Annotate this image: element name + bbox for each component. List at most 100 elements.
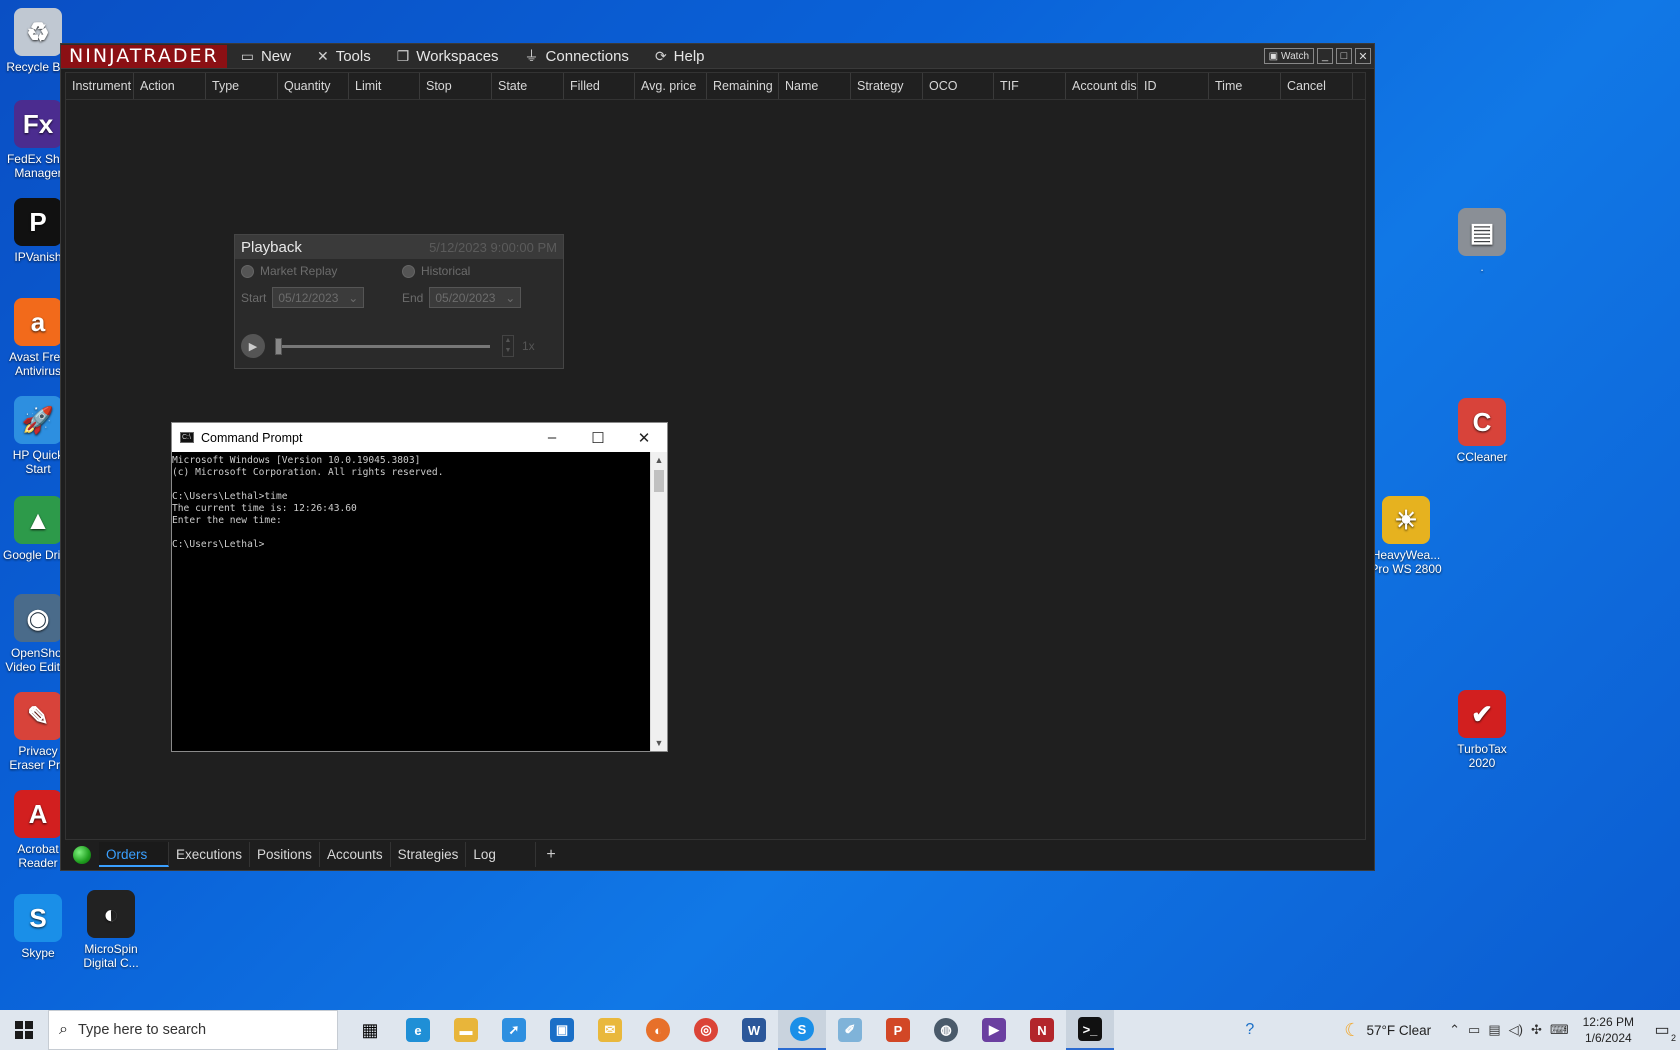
- tab-executions[interactable]: Executions: [169, 842, 251, 867]
- cmd-output[interactable]: Microsoft Windows [Version 10.0.19045.38…: [172, 452, 650, 751]
- taskbar-vpn[interactable]: ◍: [922, 1010, 970, 1050]
- tab-accounts[interactable]: Accounts: [320, 842, 391, 867]
- menu-connections[interactable]: ⏚ Connections: [525, 46, 629, 66]
- column-header[interactable]: State: [492, 73, 564, 99]
- task-view-button[interactable]: ▦: [346, 1010, 394, 1050]
- taskbar-edge[interactable]: e: [394, 1010, 442, 1050]
- command-prompt-window: C:\ Command Prompt – ☐ ✕ Microsoft Windo…: [171, 422, 668, 752]
- taskbar-search[interactable]: ⌕ Type here to search: [48, 1010, 338, 1050]
- historical-option[interactable]: Historical: [402, 264, 470, 278]
- taskbar-ninjatrader[interactable]: N: [1018, 1010, 1066, 1050]
- column-header[interactable]: Stop: [420, 73, 492, 99]
- column-header[interactable]: Remaining: [707, 73, 779, 99]
- column-header[interactable]: ID: [1138, 73, 1209, 99]
- desktop-icon-weather[interactable]: ☀ HeavyWea... Pro WS 2800: [1368, 496, 1444, 576]
- playback-slider[interactable]: [275, 337, 490, 355]
- cmd-taskbar-icon: >_: [1078, 1017, 1102, 1041]
- taskbar-word[interactable]: W: [730, 1010, 778, 1050]
- tab-strategies[interactable]: Strategies: [391, 842, 467, 867]
- start-date-select[interactable]: 05/12/2023 ⌄: [272, 287, 365, 308]
- notifications-button[interactable]: ▭ 2: [1644, 1020, 1680, 1043]
- cmd-scrollbar[interactable]: ▲ ▼: [650, 452, 667, 751]
- column-header[interactable]: Quantity: [278, 73, 349, 99]
- dropbox-icon[interactable]: ✣: [1531, 1022, 1542, 1038]
- menu-workspaces[interactable]: ❐ Workspaces: [397, 48, 499, 65]
- help-tray-icon[interactable]: ?: [1245, 1021, 1254, 1039]
- taskbar-paint[interactable]: ✐: [826, 1010, 874, 1050]
- taskbar-firefox[interactable]: ◐: [634, 1010, 682, 1050]
- cmd-close-button[interactable]: ✕: [621, 423, 667, 452]
- menu-new[interactable]: ▭ New: [241, 48, 291, 65]
- column-header[interactable]: OCO: [923, 73, 994, 99]
- playback-slider-handle[interactable]: [275, 337, 282, 355]
- column-header[interactable]: Action: [134, 73, 206, 99]
- watch-button[interactable]: ▣ Watch: [1263, 48, 1314, 64]
- desktop-icon-ccleaner[interactable]: C CCleaner: [1444, 398, 1520, 464]
- column-header[interactable]: Filled: [564, 73, 635, 99]
- taskbar-mail[interactable]: ✉: [586, 1010, 634, 1050]
- column-header[interactable]: Avg. price: [635, 73, 707, 99]
- taskbar-explorer[interactable]: ▬: [442, 1010, 490, 1050]
- taskbar-apps: ▦ e ▬ ➚ ▣ ✉ ◐ ◎ W S ✐ P ◍ ▶ N >_: [346, 1010, 1114, 1050]
- desktop-icon-microspin[interactable]: ◐ MicroSpin Digital C...: [73, 890, 149, 970]
- minimize-button[interactable]: _: [1317, 48, 1333, 64]
- column-header[interactable]: Cancel: [1281, 73, 1353, 99]
- column-header[interactable]: Instrument: [66, 73, 134, 99]
- network-icon[interactable]: ▤: [1488, 1022, 1500, 1038]
- cmd-maximize-button[interactable]: ☐: [575, 423, 621, 452]
- keyboard-icon[interactable]: ⌨: [1550, 1022, 1569, 1038]
- taskbar-hp[interactable]: ➚: [490, 1010, 538, 1050]
- ninjatrader-titlebar: NINJATRADER ▭ New ✕ Tools ❐ Workspaces ⏚ Connec…: [61, 44, 1374, 69]
- taskbar-skype[interactable]: S: [778, 1010, 826, 1050]
- scroll-thumb[interactable]: [654, 470, 664, 492]
- add-tab-button[interactable]: +: [536, 846, 565, 864]
- help-icon: ⟳: [654, 47, 667, 64]
- ipvanish-icon: P: [14, 198, 62, 246]
- desktop-icon-turbotax[interactable]: ✔ TurboTax 2020: [1444, 690, 1520, 770]
- tab-log[interactable]: Log: [466, 842, 537, 867]
- taskbar-teams[interactable]: ▶: [970, 1010, 1018, 1050]
- chrome-icon: ◎: [694, 1018, 718, 1042]
- playback-controls: ▶ ▲ ▼ 1x: [241, 334, 535, 358]
- column-header[interactable]: TIF: [994, 73, 1066, 99]
- taskbar-store[interactable]: ▣: [538, 1010, 586, 1050]
- menu-tools[interactable]: ✕ Tools: [317, 48, 371, 65]
- tab-positions[interactable]: Positions: [250, 842, 321, 867]
- taskbar-chrome[interactable]: ◎: [682, 1010, 730, 1050]
- taskbar-powerpoint[interactable]: P: [874, 1010, 922, 1050]
- menu-label: Tools: [335, 47, 371, 65]
- weather-widget[interactable]: ☾ 57°F Clear: [1344, 1020, 1431, 1041]
- cmd-minimize-button[interactable]: –: [529, 423, 575, 452]
- playback-title: Playback: [241, 238, 302, 256]
- market-replay-radio[interactable]: [241, 264, 254, 278]
- volume-icon[interactable]: ◁): [1509, 1022, 1523, 1038]
- column-header[interactable]: Type: [206, 73, 278, 99]
- scroll-up-icon[interactable]: ▲: [651, 452, 667, 468]
- scroll-down-icon[interactable]: ▼: [651, 735, 667, 751]
- column-header[interactable]: Strategy: [851, 73, 923, 99]
- tab-orders[interactable]: Orders: [99, 842, 169, 867]
- search-placeholder: Type here to search: [77, 1022, 207, 1038]
- start-button[interactable]: [0, 1010, 48, 1050]
- clock[interactable]: 12:26 PM 1/6/2024: [1583, 1014, 1634, 1046]
- close-button[interactable]: ✕: [1355, 48, 1371, 64]
- column-header[interactable]: Limit: [349, 73, 420, 99]
- desktop-icon-scanner[interactable]: ▤.: [1444, 208, 1520, 274]
- chevron-up-icon[interactable]: ⌃: [1449, 1022, 1460, 1038]
- desktop-icon-skype[interactable]: S Skype: [0, 894, 76, 960]
- paint-icon: ✐: [838, 1018, 862, 1042]
- battery-icon[interactable]: ▭: [1468, 1022, 1480, 1038]
- taskbar: ⌕ Type here to search ▦ e ▬ ➚ ▣ ✉ ◐ ◎ W …: [0, 1010, 1680, 1050]
- historical-radio[interactable]: [402, 264, 415, 278]
- play-button[interactable]: ▶: [241, 334, 265, 358]
- menu-help[interactable]: ⟳ Help: [655, 48, 705, 65]
- speed-stepper[interactable]: ▲ ▼: [502, 335, 514, 357]
- column-header[interactable]: Account dis: [1066, 73, 1138, 99]
- end-date-select[interactable]: 05/20/2023 ⌄: [429, 287, 522, 308]
- column-header[interactable]: Name: [779, 73, 851, 99]
- menu-label: Help: [673, 47, 705, 65]
- column-header[interactable]: Time: [1209, 73, 1281, 99]
- maximize-button[interactable]: □: [1336, 48, 1352, 64]
- taskbar-cmd[interactable]: >_: [1066, 1010, 1114, 1050]
- market-replay-option[interactable]: Market Replay: [241, 264, 337, 278]
